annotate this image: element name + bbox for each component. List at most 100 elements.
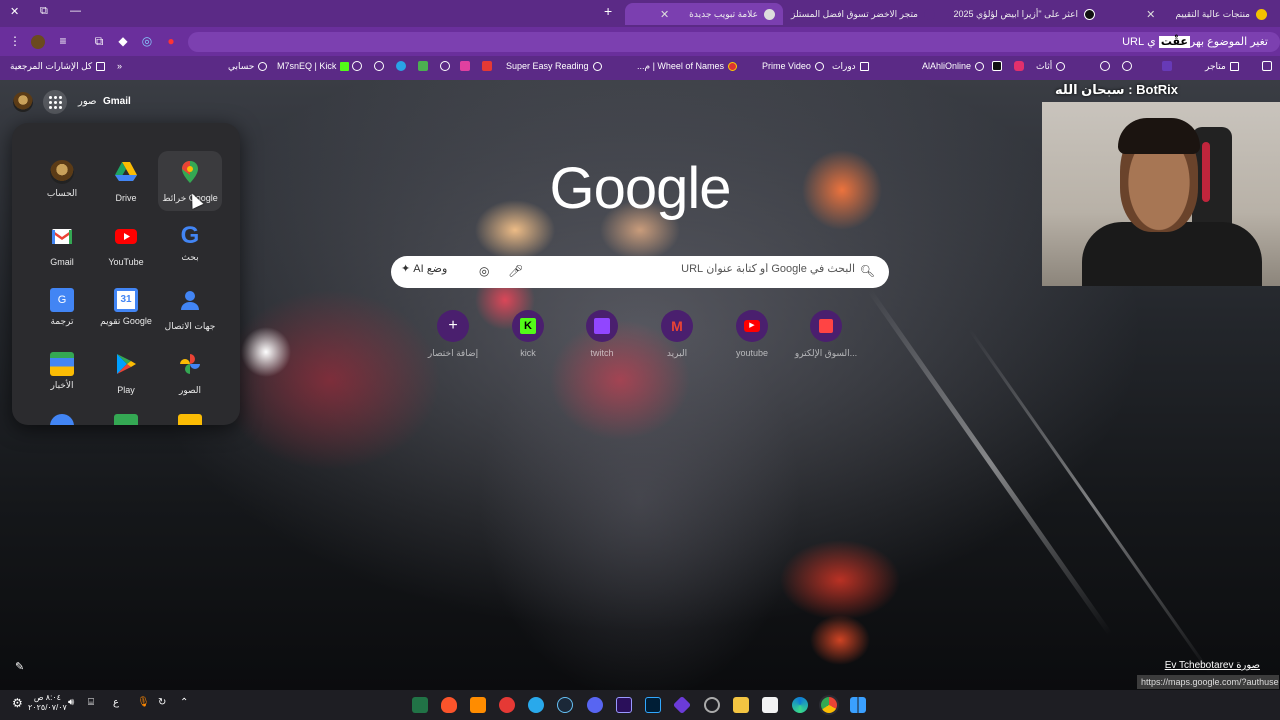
instagram-icon[interactable]: [1014, 61, 1024, 71]
system-clock[interactable]: ٨:٠٤ ص ٢٠٢٥/٠٧/٠٧: [28, 693, 67, 713]
tab-close-icon[interactable]: ✕: [660, 8, 669, 21]
app-label: Play: [117, 385, 135, 395]
profile-avatar-icon[interactable]: [31, 35, 45, 49]
apps-grid-icon[interactable]: [1262, 61, 1272, 71]
app-translate[interactable]: G ترجمة: [30, 279, 94, 339]
bookmark-globe-icon[interactable]: [352, 61, 362, 71]
address-bar[interactable]: تغير الموضوع بهرعقْت ي URL: [188, 32, 1280, 52]
bookmark-courses[interactable]: دورات: [832, 61, 869, 72]
bookmark-wheel-of-names[interactable]: Wheel of Names | م...: [637, 61, 737, 72]
bookmark-blue-icon[interactable]: [396, 61, 406, 71]
google-lens-icon[interactable]: ◎: [479, 264, 489, 278]
chrome-taskbar-icon[interactable]: [821, 697, 837, 713]
images-link[interactable]: صور: [78, 96, 97, 107]
bookmark-red-icon[interactable]: [482, 61, 492, 71]
photoshop-taskbar-icon[interactable]: [645, 697, 661, 713]
bookmark-furniture[interactable]: أثاث: [1036, 61, 1066, 72]
bookmark-all-bookmarks[interactable]: كل الإشارات المرجعية: [10, 61, 106, 72]
customize-pencil-icon[interactable]: ✎: [15, 660, 24, 673]
bookmark-prime-video[interactable]: Prime Video: [762, 61, 824, 71]
menu-kebab-icon[interactable]: ⋮: [7, 34, 23, 48]
bookmark-globe-icon[interactable]: [1100, 61, 1110, 71]
volume-icon[interactable]: 🔊︎: [68, 697, 74, 708]
app-partial[interactable]: [30, 405, 94, 425]
language-indicator[interactable]: ع: [113, 697, 119, 708]
app-partial[interactable]: [94, 405, 158, 425]
bookmark-purple-icon[interactable]: [1162, 61, 1172, 71]
app-contacts[interactable]: جهات الاتصال: [158, 279, 222, 339]
microphone-tray-icon[interactable]: 🎙︎: [137, 697, 150, 708]
extension-record-icon[interactable]: ●: [163, 34, 179, 48]
search-box[interactable]: 🔍︎ 🎤︎ ◎ وضع AI ✦: [391, 256, 889, 288]
app-photos[interactable]: الصور: [158, 343, 222, 403]
network-icon[interactable]: ⌸: [88, 697, 94, 708]
excel-taskbar-icon[interactable]: [412, 697, 428, 713]
windows-start-icon[interactable]: [850, 697, 866, 713]
app-gmail[interactable]: Gmail: [30, 215, 94, 275]
shortcut-store[interactable]: السوق الإلكترو...: [790, 310, 862, 359]
app-search[interactable]: G بحث: [158, 215, 222, 275]
tiktok-icon[interactable]: [992, 61, 1002, 71]
app-circle-taskbar-icon[interactable]: [704, 697, 720, 713]
extension-game-icon[interactable]: ◎: [139, 34, 155, 48]
bookmark-super-easy-reading[interactable]: Super Easy Reading: [506, 61, 602, 71]
discord-taskbar-icon[interactable]: [587, 697, 603, 713]
app-orange-taskbar-icon[interactable]: [470, 697, 486, 713]
new-tab-button[interactable]: +: [604, 3, 612, 19]
shortcut-twitch[interactable]: twitch: [566, 310, 638, 358]
bookmark-globe-icon[interactable]: [440, 61, 450, 71]
app-drive[interactable]: Drive: [94, 151, 158, 211]
shortcut-gmail[interactable]: M البريد: [641, 310, 713, 359]
extension-diamond-icon[interactable]: ◆: [115, 34, 131, 48]
google-apps-button[interactable]: [43, 90, 67, 114]
brave-taskbar-icon[interactable]: [441, 697, 457, 713]
shortcut-kick[interactable]: K kick: [492, 310, 564, 358]
tab-new-tab[interactable]: علامة تبويب جديدة ✕: [625, 3, 783, 25]
app-partial[interactable]: [158, 405, 222, 425]
more-bookmarks-button[interactable]: «: [117, 61, 122, 71]
ai-mode-button[interactable]: وضع AI ✦: [401, 262, 447, 275]
sync-tray-icon[interactable]: ↻: [158, 697, 166, 708]
bookmark-pink-icon[interactable]: [460, 61, 470, 71]
bookmark-my-account[interactable]: حسابي: [228, 61, 268, 72]
app-red-taskbar-icon[interactable]: [499, 697, 515, 713]
omnibox-highlight: عقْت: [1158, 36, 1190, 48]
edge-taskbar-icon[interactable]: [792, 697, 808, 713]
close-window-button[interactable]: ✕: [10, 5, 19, 18]
bookmark-alahli[interactable]: AlAhliOnline: [922, 61, 985, 71]
store-taskbar-icon[interactable]: [762, 697, 778, 713]
extensions-icon[interactable]: ⧉: [91, 34, 107, 49]
bookmark-globe-icon[interactable]: [1122, 61, 1132, 71]
search-input[interactable]: [555, 263, 855, 275]
shortcut-add[interactable]: + إضافة اختصار: [417, 310, 489, 359]
premiere-taskbar-icon[interactable]: [616, 697, 632, 713]
steam-taskbar-icon[interactable]: [557, 697, 573, 713]
tab-azira[interactable]: اعثر على "أزيرا ابيض لؤلؤي 2025 ✕: [945, 3, 1103, 25]
bookmark-globe-icon[interactable]: [374, 61, 384, 71]
shortcut-youtube[interactable]: ▶ youtube: [716, 310, 788, 358]
settings-gear-icon[interactable]: ⚙: [12, 696, 23, 710]
bookmark-download-icon[interactable]: [418, 61, 428, 71]
media-controls-icon[interactable]: ≡: [55, 34, 71, 48]
bookmark-kick[interactable]: M7snEQ | Kick: [277, 61, 350, 71]
restore-window-button[interactable]: ⧉: [40, 5, 48, 18]
microphone-icon[interactable]: 🎤︎: [508, 264, 523, 278]
gmail-link[interactable]: Gmail: [103, 96, 131, 107]
app-youtube[interactable]: YouTube: [94, 215, 158, 275]
telegram-taskbar-icon[interactable]: [528, 697, 544, 713]
tab-top-rated[interactable]: منتجات عالية التقييم ✕: [1105, 3, 1275, 25]
app-account[interactable]: الحساب: [30, 151, 94, 211]
bookmark-stores[interactable]: متاجر: [1205, 61, 1239, 72]
google-account-avatar[interactable]: [13, 92, 33, 112]
tab-green-store[interactable]: متجر الاخضر تسوق افضل المستلز ✕: [785, 3, 943, 25]
show-hidden-icons-icon[interactable]: ⌃: [180, 697, 188, 708]
app-play[interactable]: Play: [94, 343, 158, 403]
app-news[interactable]: الأخبار: [30, 343, 94, 403]
app-label: الأخبار: [50, 380, 74, 390]
photo-credit-link[interactable]: صورة Ev Tchebotarev: [1165, 660, 1260, 671]
tab-close-icon[interactable]: ✕: [1146, 8, 1155, 21]
minimize-window-button[interactable]: —: [70, 5, 81, 17]
file-explorer-taskbar-icon[interactable]: [733, 697, 749, 713]
app-calendar[interactable]: 31 تقويم Google: [94, 279, 158, 339]
bookmark-favicon-icon: [814, 61, 824, 71]
